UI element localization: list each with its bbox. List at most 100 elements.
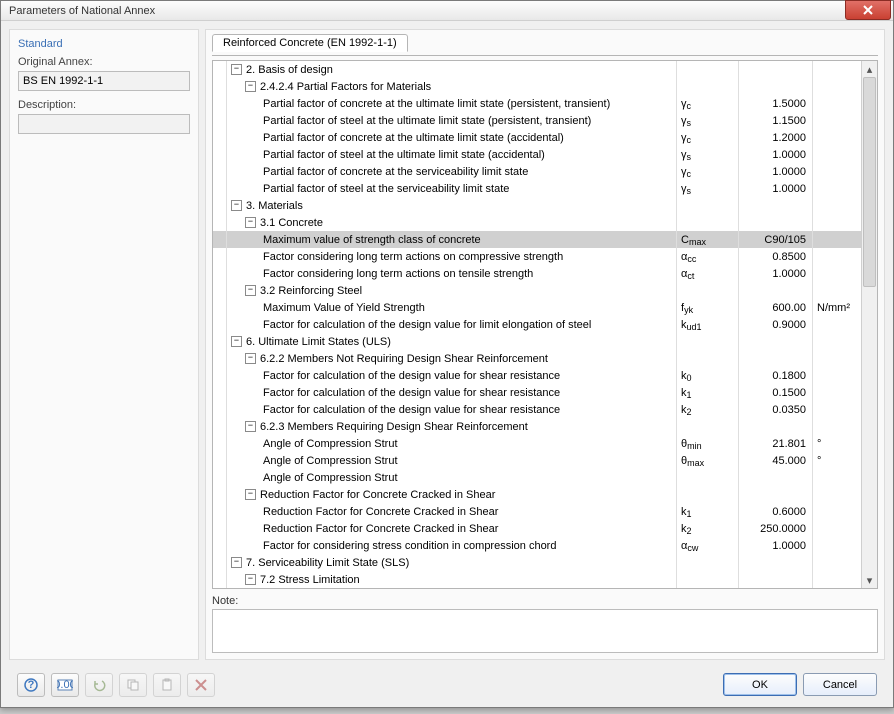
row-symbol: Cmax <box>677 231 739 248</box>
row-value[interactable]: 250.0000 <box>739 520 813 537</box>
grid-row[interactable]: −2.4.2.4 Partial Factors for Materials <box>213 78 861 95</box>
units-button[interactable]: 0.00 <box>51 673 79 697</box>
grid-row[interactable]: Angle of Compression Strutθmax45.000° <box>213 452 861 469</box>
help-button[interactable]: ? <box>17 673 45 697</box>
row-value[interactable] <box>739 554 813 571</box>
row-value[interactable] <box>739 214 813 231</box>
grid-row[interactable]: Angle of Compression Strutθmin21.801° <box>213 435 861 452</box>
grid-row[interactable]: Reduction Factor for Concrete Cracked in… <box>213 520 861 537</box>
collapse-toggle[interactable]: − <box>245 81 256 92</box>
row-value[interactable] <box>739 350 813 367</box>
row-value[interactable] <box>739 197 813 214</box>
row-symbol <box>677 418 739 435</box>
copy-button[interactable] <box>119 673 147 697</box>
row-label: Partial factor of steel at the ultimate … <box>263 149 545 161</box>
row-value[interactable]: 1.1500 <box>739 112 813 129</box>
grid-row[interactable]: Factor for calculation of the design val… <box>213 384 861 401</box>
grid-row[interactable]: Partial factor of steel at the serviceab… <box>213 180 861 197</box>
collapse-toggle[interactable]: − <box>245 353 256 364</box>
row-value[interactable]: 0.6000 <box>739 503 813 520</box>
ok-button[interactable]: OK <box>723 673 797 696</box>
grid-row[interactable]: Factor considering long term actions on … <box>213 265 861 282</box>
row-value[interactable]: 0.9000 <box>739 316 813 333</box>
row-value[interactable]: 21.801 <box>739 435 813 452</box>
collapse-toggle[interactable]: − <box>245 489 256 500</box>
grid-row[interactable]: Factor for calculation of the design val… <box>213 401 861 418</box>
row-value[interactable] <box>739 78 813 95</box>
grid-row[interactable]: −Reduction Factor for Concrete Cracked i… <box>213 486 861 503</box>
row-label: Reduction Factor for Concrete Cracked in… <box>263 523 498 535</box>
row-value[interactable]: 600.00 <box>739 299 813 316</box>
collapse-toggle[interactable]: − <box>245 421 256 432</box>
parameter-grid[interactable]: −2. Basis of design−2.4.2.4 Partial Fact… <box>213 61 861 588</box>
grid-row[interactable]: Partial factor of steel at the ultimate … <box>213 112 861 129</box>
row-value[interactable]: 1.5000 <box>739 95 813 112</box>
grid-row[interactable]: −3.2 Reinforcing Steel <box>213 282 861 299</box>
row-value[interactable] <box>739 333 813 350</box>
grid-row[interactable]: −3.1 Concrete <box>213 214 861 231</box>
collapse-toggle[interactable]: − <box>231 200 242 211</box>
row-value[interactable]: 1.0000 <box>739 146 813 163</box>
scroll-down-button[interactable]: ▾ <box>862 572 877 588</box>
collapse-toggle[interactable]: − <box>231 557 242 568</box>
row-value[interactable] <box>739 469 813 486</box>
scroll-up-button[interactable]: ▴ <box>862 61 877 77</box>
row-value[interactable]: 1.0000 <box>739 537 813 554</box>
row-unit <box>813 248 861 265</box>
grid-row[interactable]: −2. Basis of design <box>213 61 861 78</box>
grid-row[interactable]: Angle of Compression Strut <box>213 469 861 486</box>
row-value[interactable]: 1.0000 <box>739 180 813 197</box>
grid-row[interactable]: Partial factor of steel at the ultimate … <box>213 146 861 163</box>
description-input[interactable] <box>18 114 190 134</box>
row-symbol <box>677 571 739 588</box>
row-value[interactable]: 1.2000 <box>739 129 813 146</box>
paste-button[interactable] <box>153 673 181 697</box>
collapse-toggle[interactable]: − <box>231 336 242 347</box>
cancel-button[interactable]: Cancel <box>803 673 877 696</box>
row-value[interactable] <box>739 571 813 588</box>
grid-row[interactable]: Partial factor of concrete at the ultima… <box>213 95 861 112</box>
grid-row[interactable]: −7. Serviceability Limit State (SLS) <box>213 554 861 571</box>
scrollbar[interactable]: ▴ ▾ <box>861 61 877 588</box>
row-value[interactable]: 0.0350 <box>739 401 813 418</box>
row-label: Angle of Compression Strut <box>263 472 398 484</box>
collapse-toggle[interactable]: − <box>245 217 256 228</box>
row-value[interactable]: 45.000 <box>739 452 813 469</box>
row-value[interactable] <box>739 486 813 503</box>
row-value[interactable]: 1.0000 <box>739 265 813 282</box>
grid-row[interactable]: Factor considering long term actions on … <box>213 248 861 265</box>
collapse-toggle[interactable]: − <box>231 64 242 75</box>
tab-reinforced-concrete[interactable]: Reinforced Concrete (EN 1992-1-1) <box>212 34 408 52</box>
row-value[interactable] <box>739 282 813 299</box>
grid-row[interactable]: Maximum Value of Yield Strengthfyk600.00… <box>213 299 861 316</box>
grid-row[interactable]: −7.2 Stress Limitation <box>213 571 861 588</box>
grid-row[interactable]: Reduction Factor for Concrete Cracked in… <box>213 503 861 520</box>
grid-row[interactable]: −3. Materials <box>213 197 861 214</box>
row-value[interactable]: 0.1500 <box>739 384 813 401</box>
row-label: Partial factor of steel at the ultimate … <box>263 115 591 127</box>
grid-row[interactable]: Maximum value of strength class of concr… <box>213 231 861 248</box>
note-box[interactable] <box>212 609 878 653</box>
close-button[interactable] <box>845 0 891 20</box>
grid-row[interactable]: Partial factor of concrete at the ultima… <box>213 129 861 146</box>
original-annex-input[interactable] <box>18 71 190 91</box>
row-gutter <box>213 78 227 95</box>
collapse-toggle[interactable]: − <box>245 574 256 585</box>
row-value[interactable] <box>739 61 813 78</box>
undo-button[interactable] <box>85 673 113 697</box>
grid-row[interactable]: Factor for calculation of the design val… <box>213 367 861 384</box>
grid-row[interactable]: −6.2.3 Members Requiring Design Shear Re… <box>213 418 861 435</box>
row-value[interactable]: 0.1800 <box>739 367 813 384</box>
row-value[interactable]: 1.0000 <box>739 163 813 180</box>
scroll-thumb[interactable] <box>863 77 876 287</box>
row-value[interactable] <box>739 418 813 435</box>
row-value[interactable]: C90/105 <box>739 231 813 248</box>
grid-row[interactable]: Factor for considering stress condition … <box>213 537 861 554</box>
grid-row[interactable]: Partial factor of concrete at the servic… <box>213 163 861 180</box>
row-value[interactable]: 0.8500 <box>739 248 813 265</box>
collapse-toggle[interactable]: − <box>245 285 256 296</box>
grid-row[interactable]: Factor for calculation of the design val… <box>213 316 861 333</box>
delete-button[interactable] <box>187 673 215 697</box>
grid-row[interactable]: −6.2.2 Members Not Requiring Design Shea… <box>213 350 861 367</box>
grid-row[interactable]: −6. Ultimate Limit States (ULS) <box>213 333 861 350</box>
